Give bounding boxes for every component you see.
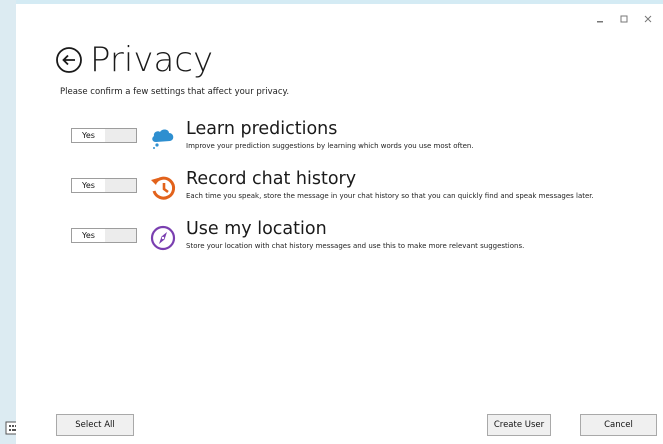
cloud-brain-icon [152, 129, 174, 149]
close-icon[interactable] [641, 12, 655, 26]
toggle-label: Yes [72, 179, 106, 192]
maximize-icon[interactable] [617, 12, 631, 26]
setting-title: Record chat history [186, 169, 357, 189]
cancel-button[interactable]: Cancel [580, 414, 657, 436]
record-chat-history-toggle[interactable]: Yes [71, 178, 137, 193]
use-my-location-toggle[interactable]: Yes [71, 228, 137, 243]
toggle-off-half [105, 229, 136, 242]
select-all-button[interactable]: Select All [56, 414, 134, 436]
history-icon [151, 176, 176, 200]
setting-description: Each time you speak, store the message i… [186, 192, 594, 200]
toggle-label: Yes [72, 229, 106, 242]
privacy-window: Privacy Please confirm a few settings th… [16, 4, 663, 444]
setting-title: Use my location [186, 219, 327, 239]
setting-learn-predictions: Yes Learn predictions Improve your predi… [54, 119, 654, 156]
window-controls [593, 12, 655, 26]
page-title: Privacy [90, 40, 214, 80]
learn-predictions-toggle[interactable]: Yes [71, 128, 137, 143]
compass-icon [150, 225, 176, 251]
setting-description: Store your location with chat history me… [186, 242, 525, 250]
create-user-button[interactable]: Create User [487, 414, 551, 436]
toggle-off-half [105, 179, 136, 192]
toggle-off-half [105, 129, 136, 142]
setting-record-chat-history: Yes Record chat history Each time you sp… [54, 169, 654, 206]
page-subtitle: Please confirm a few settings that affec… [60, 87, 290, 97]
page-header: Privacy [54, 38, 213, 82]
setting-description: Improve your prediction suggestions by l… [186, 142, 474, 150]
toggle-label: Yes [72, 129, 106, 142]
setting-title: Learn predictions [186, 119, 338, 139]
setting-use-my-location: Yes Use my location Store your location … [54, 219, 654, 256]
back-arrow-icon[interactable] [54, 45, 84, 75]
left-strip [0, 0, 16, 444]
minimize-icon[interactable] [593, 12, 607, 26]
